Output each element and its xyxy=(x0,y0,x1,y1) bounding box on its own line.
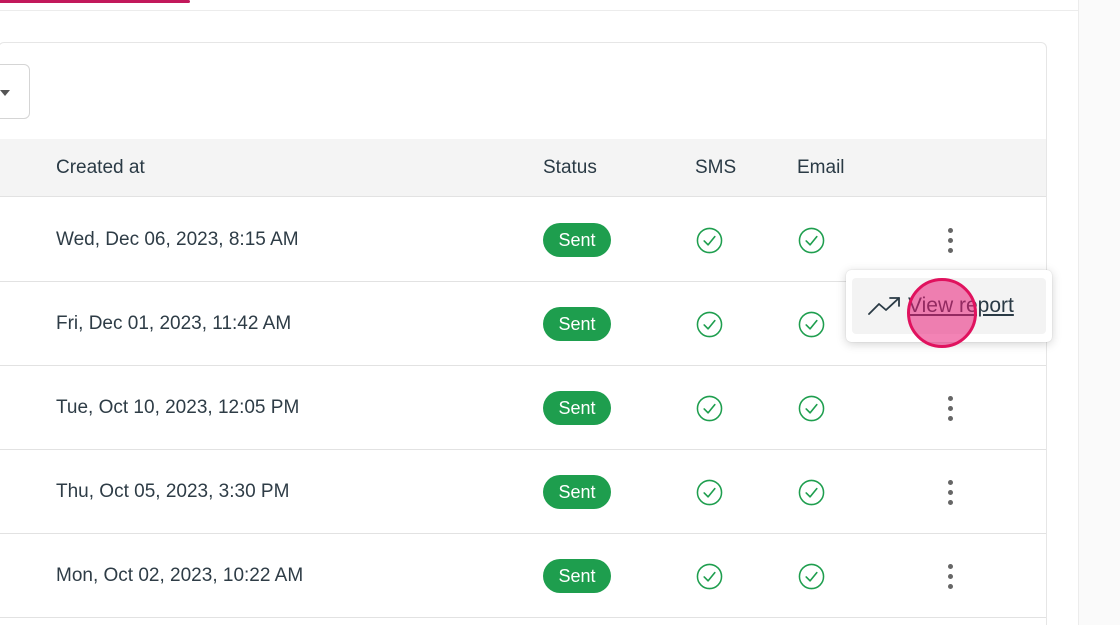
active-tab-indicator xyxy=(0,0,190,3)
page-scroll-gutter xyxy=(1078,0,1120,625)
status-badge: Sent xyxy=(543,307,611,341)
table-row: Tue, Oct 10, 2023, 12:05 PM Sent xyxy=(0,366,1046,450)
created-at-cell: Mon, Oct 02, 2023, 10:22 AM xyxy=(56,565,304,586)
check-circle-icon xyxy=(798,311,825,338)
check-circle-icon xyxy=(798,479,825,506)
row-actions-kebab-icon[interactable] xyxy=(938,558,962,594)
created-at-cell: Tue, Oct 10, 2023, 12:05 PM xyxy=(56,397,300,418)
tab-divider xyxy=(0,10,1078,11)
created-at-cell: Wed, Dec 06, 2023, 8:15 AM xyxy=(56,229,299,250)
trending-up-icon xyxy=(868,297,900,315)
check-circle-icon xyxy=(798,563,825,590)
row-actions-kebab-icon[interactable] xyxy=(938,222,962,258)
status-badge: Sent xyxy=(543,391,611,425)
status-badge: Sent xyxy=(543,559,611,593)
check-circle-icon xyxy=(696,479,723,506)
table-row: Mon, Oct 02, 2023, 10:22 AM Sent xyxy=(0,534,1046,618)
row-actions-kebab-icon[interactable] xyxy=(938,474,962,510)
filter-select[interactable] xyxy=(0,64,30,119)
check-circle-icon xyxy=(798,227,825,254)
row-action-menu: View report xyxy=(846,270,1052,342)
check-circle-icon xyxy=(798,395,825,422)
view-report-label: View report xyxy=(908,294,1014,317)
column-header-email[interactable]: Email xyxy=(797,139,845,197)
check-circle-icon xyxy=(696,227,723,254)
status-badge: Sent xyxy=(543,475,611,509)
column-header-sms[interactable]: SMS xyxy=(695,139,736,197)
table-header: Created at Status SMS Email xyxy=(0,139,1046,197)
created-at-cell: Thu, Oct 05, 2023, 3:30 PM xyxy=(56,481,290,502)
status-badge: Sent xyxy=(543,223,611,257)
table-row: Thu, Oct 05, 2023, 3:30 PM Sent xyxy=(0,450,1046,534)
column-header-status[interactable]: Status xyxy=(543,139,597,197)
row-actions-kebab-icon[interactable] xyxy=(938,390,962,426)
check-circle-icon xyxy=(696,563,723,590)
check-circle-icon xyxy=(696,395,723,422)
column-header-created-at[interactable]: Created at xyxy=(56,139,145,197)
check-circle-icon xyxy=(696,311,723,338)
view-report-menu-item[interactable]: View report xyxy=(852,278,1046,334)
caret-down-icon xyxy=(0,90,10,96)
created-at-cell: Fri, Dec 01, 2023, 11:42 AM xyxy=(56,313,292,334)
